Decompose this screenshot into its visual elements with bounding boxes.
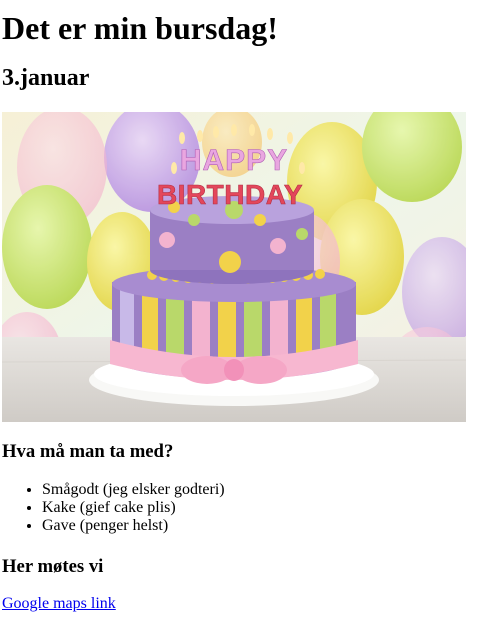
birthday-cake-image: HAPPY BIRTHDAY	[2, 112, 466, 422]
bring-heading: Hva må man ta med?	[2, 441, 174, 462]
cake-topper-happy: HAPPY	[180, 144, 288, 177]
list-item: Gave (penger helst)	[42, 517, 225, 535]
google-maps-link[interactable]: Google maps link	[2, 595, 116, 613]
list-item: Kake (gief cake plis)	[42, 499, 225, 517]
page-title: Det er min bursdag!	[2, 10, 278, 46]
date-heading: 3.januar	[2, 65, 90, 91]
list-item: Smågodt (jeg elsker godteri)	[42, 481, 225, 499]
meet-heading: Her møtes vi	[2, 556, 104, 577]
cake-topper-birthday: BIRTHDAY	[157, 179, 303, 210]
bring-list: Smågodt (jeg elsker godteri) Kake (gief …	[2, 481, 225, 535]
